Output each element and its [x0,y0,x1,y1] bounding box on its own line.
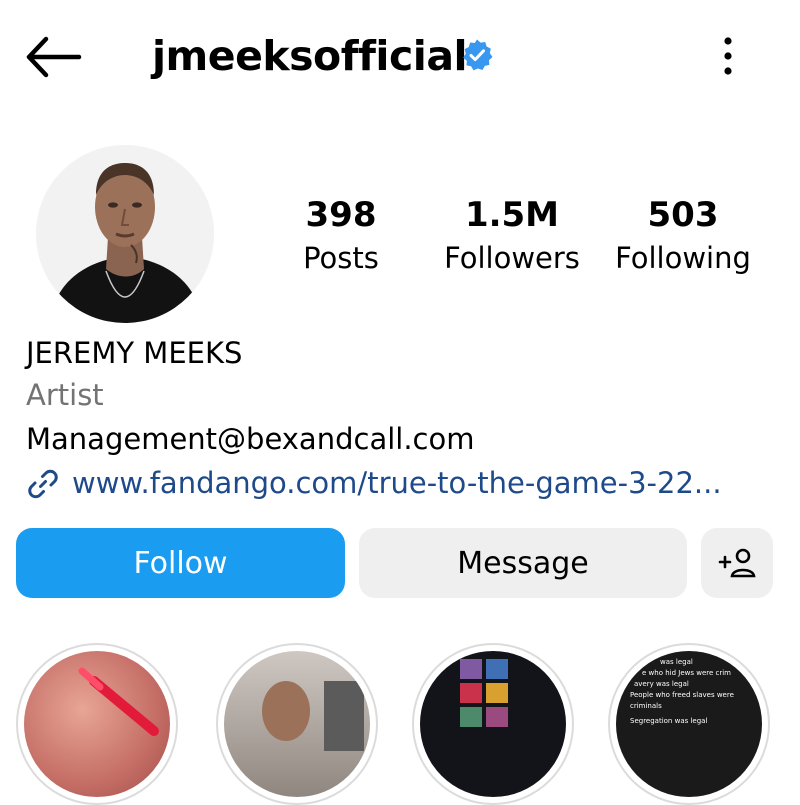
profile-username: jmeeksofficial [152,32,468,80]
avatar-photo [36,145,214,323]
followers-count: 1.5M [464,195,560,235]
add-user-icon [718,548,756,578]
highlight-thumbnail [24,651,170,797]
profile-link-text: www.fandango.com/true-to-the-game-3-22..… [72,466,722,500]
profile-name: JEREMY MEEKS [26,336,243,370]
highlight-text-line: Segregation was legal [630,717,708,725]
following-label: Following [615,241,751,275]
story-highlight-3[interactable] [412,643,574,805]
link-icon [28,469,58,499]
stat-following[interactable]: 503 Following [608,192,758,278]
movie-posters-image [460,659,508,727]
back-arrow-icon[interactable] [24,34,82,80]
message-button-label: Message [457,545,589,581]
add-user-button[interactable] [701,528,773,598]
highlight-text-line: criminals [630,702,662,710]
lipstick-image [78,667,159,736]
verified-badge-icon [463,39,493,71]
selfie-image [262,681,364,751]
highlight-text-line: was legal [660,658,693,666]
posts-label: Posts [303,241,379,275]
message-button[interactable]: Message [359,528,687,598]
highlight-text-line: e who hid Jews were crim [642,669,731,677]
followers-label: Followers [444,241,580,275]
profile-email: Management@bexandcall.com [26,422,475,456]
highlight-thumbnail [224,651,370,797]
posts-count: 398 [305,195,377,235]
story-highlight-1[interactable] [16,643,178,805]
highlight-text-line: avery was legal [634,680,689,688]
follow-button[interactable]: Follow [16,528,345,598]
follow-button-label: Follow [133,545,228,581]
profile-category: Artist [26,378,104,412]
story-highlight-2[interactable] [216,643,378,805]
following-count: 503 [647,195,719,235]
profile-avatar[interactable] [36,145,214,323]
highlight-thumbnail [420,651,566,797]
more-options-icon[interactable] [708,34,748,78]
story-highlight-4[interactable]: was legal e who hid Jews were crim avery… [608,643,770,805]
stat-followers[interactable]: 1.5M Followers [437,192,587,278]
highlight-text-line: People who freed slaves were [630,691,734,699]
stat-posts[interactable]: 398 Posts [266,192,416,278]
highlight-thumbnail: was legal e who hid Jews were crim avery… [616,651,762,797]
